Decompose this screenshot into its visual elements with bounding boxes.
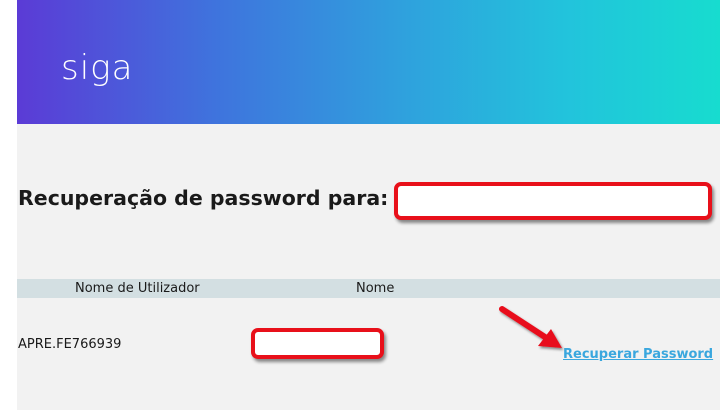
page-title: Recuperação de password para: [18,186,389,210]
column-header-name: Nome [356,281,395,296]
redacted-name-box [251,328,384,359]
red-arrow-icon [499,306,562,348]
page: siga Recuperação de password para: Nome … [0,0,720,410]
redacted-email-box [394,182,712,220]
column-header-username: Nome de Utilizador [75,281,200,296]
username-cell: APRE.FE766939 [18,337,122,352]
recover-password-link[interactable]: Recuperar Password [563,347,713,362]
siga-logo: siga [61,48,134,88]
table-header: Nome de Utilizador Nome [17,279,720,298]
header-banner: siga [17,0,720,124]
